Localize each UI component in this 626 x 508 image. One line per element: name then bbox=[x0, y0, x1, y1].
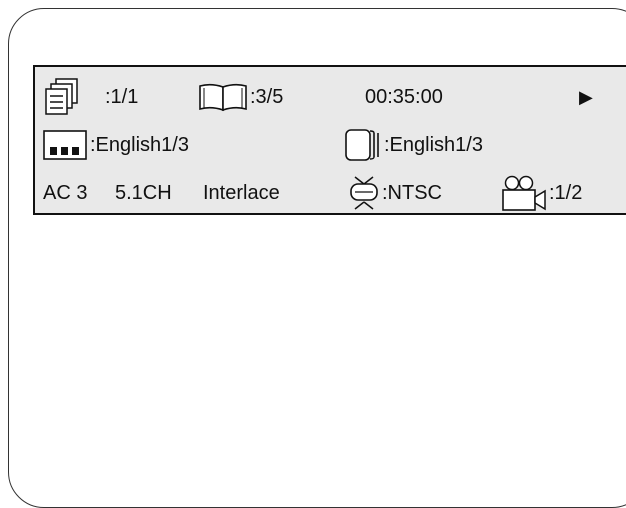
elapsed-time: 00:35:00 bbox=[365, 86, 443, 108]
play-icon: ▶ bbox=[579, 87, 593, 107]
elapsed-time-indicator: 00:35:00 bbox=[365, 75, 443, 119]
display-frame: :1/1 :3/5 00:35:00 ▶:English1/3:Englis… bbox=[8, 8, 626, 508]
scan-mode: Interlace bbox=[203, 182, 280, 204]
tv-system-indicator: :NTSC bbox=[349, 171, 442, 215]
subtitle-indicator: :English1/3 bbox=[345, 123, 483, 167]
audio-value: :English1/3 bbox=[90, 134, 189, 156]
tv-system-value: :NTSC bbox=[382, 182, 442, 204]
audio-indicator: :English1/3 bbox=[43, 123, 189, 167]
chapter-value: :3/5 bbox=[250, 86, 284, 108]
osd-info-panel: :1/1 :3/5 00:35:00 ▶:English1/3:Englis… bbox=[33, 65, 626, 215]
title-stack-icon bbox=[45, 78, 79, 116]
title-indicator: :1/1 bbox=[45, 75, 138, 119]
camera-icon bbox=[501, 175, 553, 211]
osd-row-1: :1/1 :3/5 00:35:00 ▶ bbox=[35, 75, 626, 119]
tv-icon bbox=[349, 176, 379, 210]
channels-indicator: 5.1CH bbox=[115, 171, 172, 215]
osd-row-3: AC 3 5.1CH Interlace:NTSC:1/2 bbox=[35, 171, 626, 215]
subtitle-value: :English1/3 bbox=[384, 134, 483, 156]
chapter-indicator: :3/5 bbox=[198, 75, 283, 119]
open-book-icon bbox=[198, 82, 248, 112]
scan-mode-indicator: Interlace bbox=[203, 171, 280, 215]
subtitle-icon bbox=[345, 129, 381, 161]
angle-value: :1/2 bbox=[549, 182, 583, 204]
channels: 5.1CH bbox=[115, 182, 172, 204]
audio-format-indicator: AC 3 bbox=[43, 171, 87, 215]
osd-row-2: :English1/3 :English1/3 bbox=[35, 123, 626, 167]
audio-format: AC 3 bbox=[43, 182, 88, 204]
title-value: :1/1 bbox=[105, 86, 139, 108]
angle-indicator: :1/2 bbox=[501, 171, 582, 215]
play-state-indicator: ▶ bbox=[579, 75, 593, 119]
audio-bars-icon bbox=[43, 130, 87, 160]
